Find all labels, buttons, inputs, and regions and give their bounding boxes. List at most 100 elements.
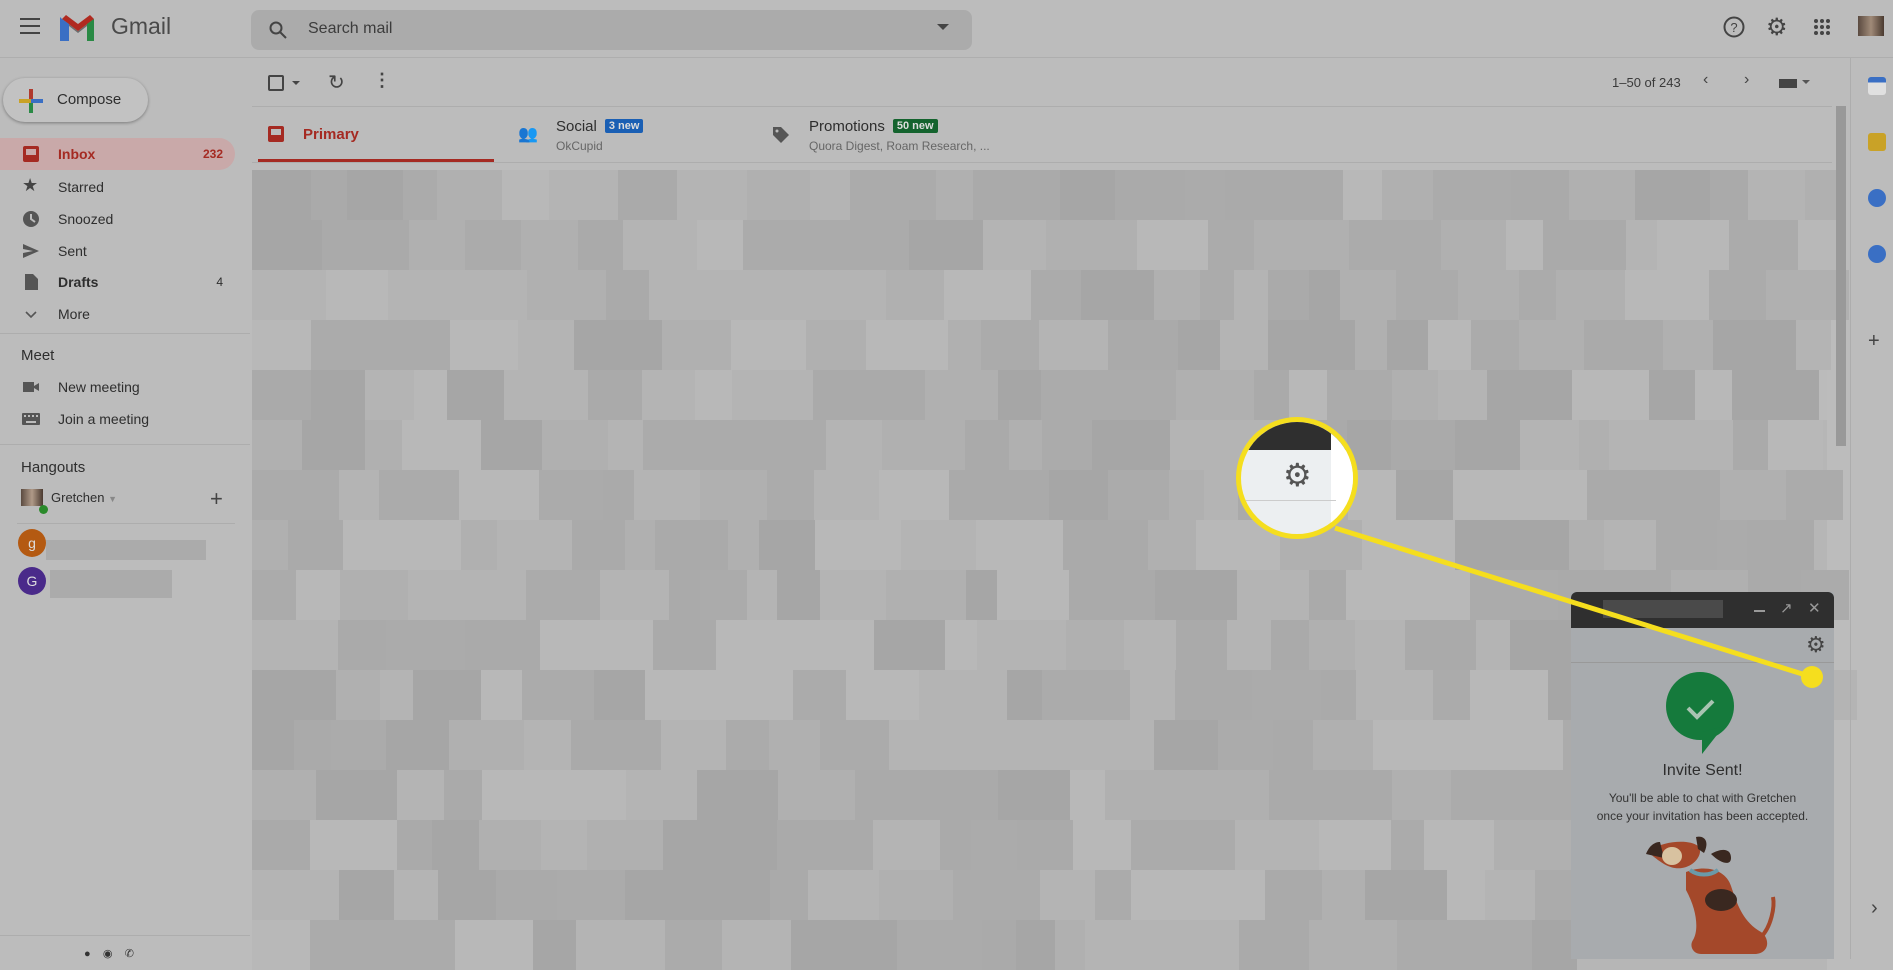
redacted-email-content xyxy=(386,620,465,670)
tab-social[interactable]: 👥 Social 3 new OkCupid xyxy=(515,106,755,162)
redacted-email-content xyxy=(643,420,695,470)
email-row[interactable] xyxy=(252,320,1831,370)
redacted-email-content xyxy=(965,420,1009,470)
redacted-email-content xyxy=(1170,420,1232,470)
redacted-email-content xyxy=(1666,420,1733,470)
redacted-email-content xyxy=(919,670,1007,720)
new-conversation-plus-icon[interactable]: + xyxy=(210,486,223,512)
redacted-email-content xyxy=(1644,470,1720,520)
redacted-email-content xyxy=(1510,620,1545,670)
clock-icon xyxy=(23,211,39,227)
compose-label: Compose xyxy=(57,91,122,108)
redacted-email-content xyxy=(1239,920,1309,970)
get-addons-plus-icon[interactable]: + xyxy=(1868,330,1880,353)
redacted-email-content xyxy=(294,720,331,770)
scrollbar[interactable] xyxy=(1836,106,1846,446)
redacted-email-content xyxy=(365,420,402,470)
redacted-email-content xyxy=(252,770,316,820)
star-icon: ★ xyxy=(22,175,39,195)
search-input[interactable]: Search mail xyxy=(251,10,972,50)
redacted-email-content xyxy=(1220,320,1268,370)
redacted-email-content xyxy=(716,620,794,670)
redacted-email-content xyxy=(576,920,665,970)
redacted-email-content xyxy=(695,420,770,470)
redacted-email-content xyxy=(527,270,573,320)
sidebar-item-inbox[interactable]: Inbox 232 xyxy=(0,138,235,170)
app-name: Gmail xyxy=(111,13,172,39)
settings-icon[interactable]: ⚙ xyxy=(1766,13,1788,42)
email-row[interactable] xyxy=(252,420,1827,470)
search-options-icon[interactable] xyxy=(937,24,949,36)
pop-out-icon[interactable]: ↗ xyxy=(1780,599,1793,617)
redacted-email-content xyxy=(590,620,653,670)
redacted-email-content xyxy=(1177,820,1235,870)
redacted-email-content xyxy=(1309,270,1340,320)
next-page-icon[interactable]: › xyxy=(1744,71,1749,89)
more-options-icon[interactable]: ⋮ xyxy=(373,70,391,91)
redacted-email-content xyxy=(1433,170,1467,220)
input-tools-dropdown-icon[interactable] xyxy=(1802,80,1810,88)
redacted-email-content xyxy=(1254,220,1284,270)
select-all-checkbox[interactable] xyxy=(268,75,284,91)
redacted-email-content xyxy=(1154,720,1218,770)
redacted-email-content xyxy=(1396,270,1458,320)
sidebar-item-drafts[interactable]: Drafts 4 xyxy=(0,266,235,298)
tasks-icon[interactable] xyxy=(1868,189,1886,207)
account-avatar[interactable] xyxy=(1858,16,1884,36)
main-menu-icon[interactable] xyxy=(20,18,40,34)
redacted-email-content xyxy=(1384,220,1441,270)
previous-page-icon[interactable]: ‹ xyxy=(1703,71,1708,89)
hangouts-bottom-tabs[interactable]: ● ◉ ✆ xyxy=(84,947,134,960)
redacted-email-content xyxy=(496,870,557,920)
redacted-email-content xyxy=(634,470,700,520)
redacted-email-content xyxy=(948,320,981,370)
redacted-email-content xyxy=(700,470,767,520)
sidebar-item-more[interactable]: More xyxy=(0,298,235,330)
email-row[interactable] xyxy=(252,170,1837,220)
input-tools-keyboard-icon[interactable] xyxy=(1779,79,1797,88)
redacted-email-content xyxy=(397,770,444,820)
new-meeting-button[interactable]: New meeting xyxy=(0,371,235,403)
redacted-email-content xyxy=(302,420,365,470)
select-dropdown-icon[interactable] xyxy=(292,81,300,89)
settings-icon: ⚙ xyxy=(1283,457,1312,493)
hangouts-user-menu[interactable]: Gretchen ▼ xyxy=(51,490,117,505)
compose-button[interactable]: Compose xyxy=(3,78,148,122)
redacted-email-content xyxy=(855,770,918,820)
redacted-email-content xyxy=(437,170,502,220)
refresh-icon[interactable]: ↻ xyxy=(328,70,345,95)
apps-grid-icon[interactable] xyxy=(1813,18,1831,36)
redacted-email-content xyxy=(1085,920,1156,970)
email-row[interactable] xyxy=(252,470,1843,520)
tab-promotions[interactable]: Promotions 50 new Quora Digest, Roam Rese… xyxy=(770,106,1070,162)
contact-avatar[interactable]: G xyxy=(18,567,46,595)
keep-icon[interactable] xyxy=(1868,133,1886,151)
email-row[interactable] xyxy=(252,370,1827,420)
redacted-email-content xyxy=(1556,270,1625,320)
redacted-email-content xyxy=(1204,470,1238,520)
chat-header[interactable]: ↗ ✕ xyxy=(1571,592,1834,628)
redacted-email-content xyxy=(1309,920,1397,970)
tab-primary[interactable]: Primary xyxy=(258,106,494,162)
redacted-email-content xyxy=(1069,570,1155,620)
sidebar-item-sent[interactable]: Sent xyxy=(0,235,235,267)
redacted-contact-name[interactable] xyxy=(50,570,172,598)
email-row[interactable] xyxy=(252,220,1841,270)
help-icon[interactable]: ? xyxy=(1723,16,1745,38)
sidebar-item-starred[interactable]: ★ Starred xyxy=(0,171,235,203)
email-row[interactable] xyxy=(252,520,1827,570)
calendar-icon[interactable] xyxy=(1868,77,1886,95)
redacted-email-content xyxy=(409,220,465,270)
sidebar-item-snoozed[interactable]: Snoozed xyxy=(0,203,235,235)
email-row[interactable] xyxy=(252,270,1849,320)
redacted-email-content xyxy=(826,420,882,470)
contacts-icon[interactable] xyxy=(1868,245,1886,263)
redacted-email-content xyxy=(697,770,778,820)
show-side-panel-icon[interactable]: › xyxy=(1871,897,1878,920)
join-meeting-button[interactable]: Join a meeting xyxy=(0,403,235,435)
contact-avatar[interactable]: g xyxy=(18,529,46,557)
chat-settings-icon[interactable]: ⚙ xyxy=(1806,632,1826,658)
minimize-icon[interactable] xyxy=(1754,610,1765,612)
redacted-contact-name[interactable] xyxy=(46,540,206,560)
close-icon[interactable]: ✕ xyxy=(1808,599,1821,617)
